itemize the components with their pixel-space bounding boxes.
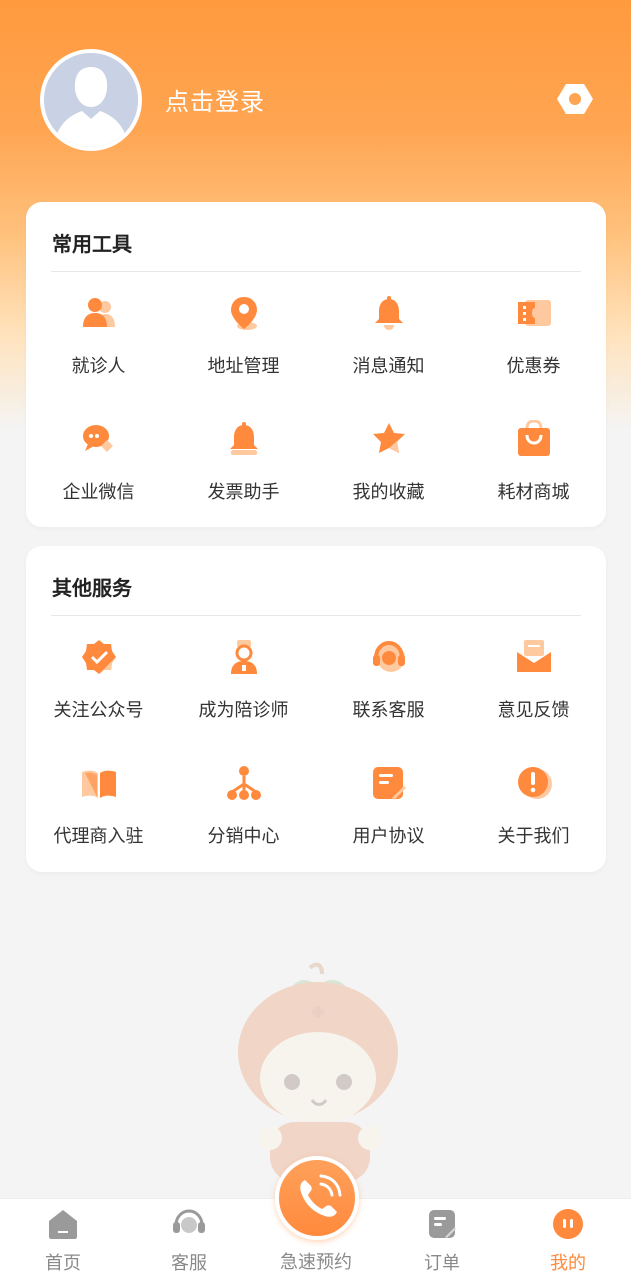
grid-label: 分销中心 xyxy=(207,826,280,847)
grid-label: 优惠券 xyxy=(506,356,561,377)
home-icon xyxy=(46,1207,80,1241)
grid-label: 代理商入驻 xyxy=(53,826,144,847)
grid-label: 关于我们 xyxy=(497,826,570,847)
tool-wecom[interactable]: 企业微信 xyxy=(26,410,171,536)
grid-label: 用户协议 xyxy=(352,826,425,847)
phone-icon xyxy=(300,1174,342,1217)
chat-icon xyxy=(80,420,118,458)
coupon-icon xyxy=(515,294,553,332)
avatar[interactable] xyxy=(40,49,142,151)
tab-mine[interactable]: 我的 xyxy=(505,1199,631,1280)
mail-icon xyxy=(515,638,553,676)
grid-label: 成为陪诊师 xyxy=(198,700,289,721)
tool-coupons[interactable]: 优惠券 xyxy=(461,284,606,410)
grid-label: 发票助手 xyxy=(207,482,280,503)
divider xyxy=(51,271,581,272)
service-agent-join[interactable]: 代理商入驻 xyxy=(26,754,171,880)
tool-patient[interactable]: 就诊人 xyxy=(26,284,171,410)
nurse-icon xyxy=(225,638,263,676)
default-avatar-icon xyxy=(44,53,138,147)
tool-shop[interactable]: 耗材商城 xyxy=(461,410,606,536)
quick-booking-button[interactable] xyxy=(275,1156,359,1240)
location-pin-icon xyxy=(225,294,263,332)
headset-icon xyxy=(370,638,408,676)
service-user-agreement[interactable]: 用户协议 xyxy=(316,754,461,880)
quick-booking-label[interactable]: 急速预约 xyxy=(253,1248,379,1274)
tab-label: 我的 xyxy=(550,1253,586,1274)
shopping-bag-icon xyxy=(515,419,553,458)
grid-label: 企业微信 xyxy=(62,482,135,503)
service-about-us[interactable]: 关于我们 xyxy=(461,754,606,880)
headset-icon xyxy=(172,1207,206,1241)
service-follow-account[interactable]: 关注公众号 xyxy=(26,628,171,754)
tab-orders[interactable]: 订单 xyxy=(379,1199,505,1280)
bell-icon xyxy=(370,294,408,332)
profile-header: 点击登录 xyxy=(0,0,631,200)
order-document-icon xyxy=(425,1207,459,1241)
grid-label: 关注公众号 xyxy=(53,700,144,721)
service-contact-support[interactable]: 联系客服 xyxy=(316,628,461,754)
tool-address[interactable]: 地址管理 xyxy=(171,284,316,410)
divider xyxy=(51,615,581,616)
patient-icon xyxy=(80,294,118,332)
profile-face-icon xyxy=(551,1207,585,1241)
book-icon xyxy=(80,764,118,802)
tab-home[interactable]: 首页 xyxy=(0,1199,126,1280)
document-icon xyxy=(370,764,408,802)
grid-label: 耗材商城 xyxy=(497,482,570,503)
star-icon xyxy=(370,420,408,458)
grid-label: 地址管理 xyxy=(207,356,280,377)
grid-label: 联系客服 xyxy=(352,700,425,721)
tools-title: 常用工具 xyxy=(52,232,132,256)
grid-label: 消息通知 xyxy=(352,356,425,377)
service-become-escort[interactable]: 成为陪诊师 xyxy=(171,628,316,754)
tab-label: 客服 xyxy=(171,1253,207,1274)
verified-badge-icon xyxy=(80,638,118,676)
tab-label: 订单 xyxy=(424,1253,460,1274)
services-card: 其他服务 关注公众号 成为陪诊师 联系客服 意见反馈 代理商入驻 分销中心 用户… xyxy=(26,546,606,872)
grid-label: 意见反馈 xyxy=(497,700,570,721)
tool-messages[interactable]: 消息通知 xyxy=(316,284,461,410)
tool-invoice[interactable]: 发票助手 xyxy=(171,410,316,536)
tab-service[interactable]: 客服 xyxy=(126,1199,252,1280)
grid-label: 就诊人 xyxy=(71,356,126,377)
tools-card: 常用工具 就诊人 地址管理 消息通知 优惠券 企业微信 发票助手 我的收藏 耗材… xyxy=(26,202,606,527)
hierarchy-icon xyxy=(225,764,263,802)
invoice-bell-icon xyxy=(225,420,263,458)
tool-favorites[interactable]: 我的收藏 xyxy=(316,410,461,536)
info-exclamation-icon xyxy=(515,764,553,802)
tab-label: 首页 xyxy=(45,1253,81,1274)
settings-hexagon-icon[interactable] xyxy=(556,82,594,116)
service-feedback[interactable]: 意见反馈 xyxy=(461,628,606,754)
login-link[interactable]: 点击登录 xyxy=(165,82,265,117)
service-distribution[interactable]: 分销中心 xyxy=(171,754,316,880)
grid-label: 我的收藏 xyxy=(352,482,425,503)
services-title: 其他服务 xyxy=(52,576,132,600)
